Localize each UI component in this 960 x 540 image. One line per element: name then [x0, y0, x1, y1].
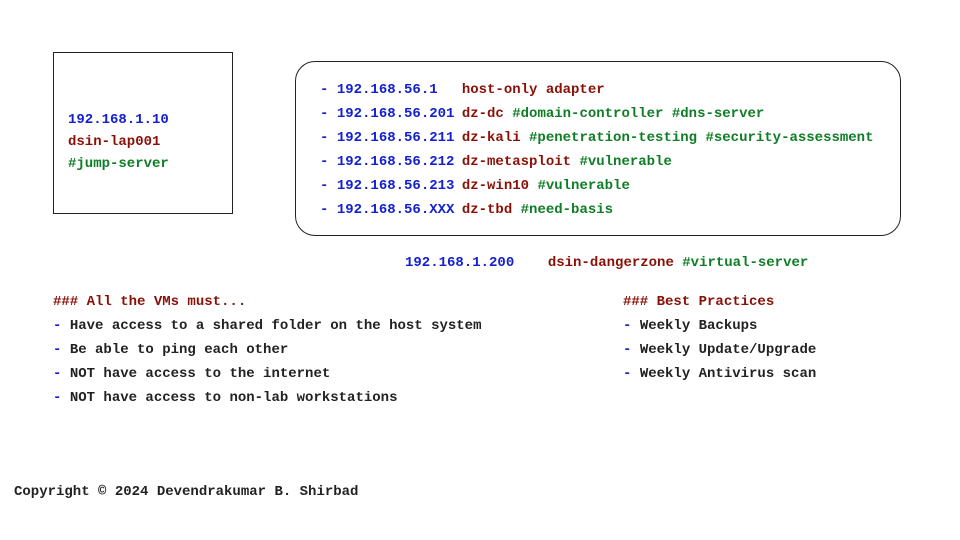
vm-row: - 192.168.56.201dz-dc #domain-controller… [320, 102, 882, 126]
bullet: - [53, 366, 70, 382]
vm-ip: 192.168.56.212 [337, 150, 462, 174]
vm-hostname: dz-dc [462, 106, 504, 122]
vm-row: - 192.168.56.211dz-kali #penetration-tes… [320, 126, 882, 150]
practices-text: Weekly Update/Upgrade [640, 342, 816, 358]
bullet: - [623, 366, 640, 382]
vm-rules: ### All the VMs must... - Have access to… [53, 290, 481, 410]
vm-hostname: dz-metasploit [462, 154, 571, 170]
vm-tags: #need-basis [521, 202, 613, 218]
bullet: - [320, 202, 337, 218]
bullet: - [53, 342, 70, 358]
rules-text: NOT have access to non-lab workstations [70, 390, 398, 406]
vm-hostname: host-only adapter [462, 82, 605, 98]
vm-tags: #penetration-testing #security-assessmen… [529, 130, 873, 146]
vm-row: - 192.168.56.213dz-win10 #vulnerable [320, 174, 882, 198]
vm-ip: 192.168.56.XXX [337, 198, 462, 222]
vm-row: - 192.168.56.212dz-metasploit #vulnerabl… [320, 150, 882, 174]
host-hostname: dsin-dangerzone [548, 255, 674, 271]
practices-item: - Weekly Backups [623, 314, 816, 338]
vm-ip: 192.168.56.1 [337, 78, 462, 102]
rules-item: - Be able to ping each other [53, 338, 481, 362]
vm-hostname: dz-kali [462, 130, 521, 146]
bullet: - [320, 130, 337, 146]
bullet: - [623, 342, 640, 358]
copyright-notice: Copyright © 2024 Devendrakumar B. Shirba… [14, 484, 358, 500]
rules-heading: ### All the VMs must... [53, 290, 481, 314]
rules-text: Be able to ping each other [70, 342, 288, 358]
practices-item: - Weekly Update/Upgrade [623, 338, 816, 362]
bullet: - [320, 82, 337, 98]
jump-hostname: dsin-lap001 [68, 131, 220, 153]
rules-item: - NOT have access to non-lab workstation… [53, 386, 481, 410]
vm-tags: #domain-controller #dns-server [512, 106, 764, 122]
vm-hostname: dz-win10 [462, 178, 529, 194]
best-practices: ### Best Practices - Weekly Backups - We… [623, 290, 816, 386]
bullet: - [623, 318, 640, 334]
practices-heading: ### Best Practices [623, 290, 816, 314]
vm-row: - 192.168.56.XXXdz-tbd #need-basis [320, 198, 882, 222]
vm-tags: #vulnerable [537, 178, 629, 194]
host-label: 192.168.1.200 dsin-dangerzone #virtual-s… [405, 255, 808, 271]
bullet: - [320, 154, 337, 170]
diagram-root: 192.168.1.10 dsin-lap001 #jump-server - … [0, 0, 960, 540]
host-tag: #virtual-server [682, 255, 808, 271]
vm-hostname: dz-tbd [462, 202, 512, 218]
bullet: - [53, 390, 70, 406]
vm-list-box: - 192.168.56.1host-only adapter - 192.16… [295, 61, 901, 236]
rules-item: - NOT have access to the internet [53, 362, 481, 386]
rules-text: NOT have access to the internet [70, 366, 330, 382]
vm-ip: 192.168.56.201 [337, 102, 462, 126]
bullet: - [320, 178, 337, 194]
practices-text: Weekly Backups [640, 318, 758, 334]
bullet: - [320, 106, 337, 122]
jump-ip: 192.168.1.10 [68, 109, 220, 131]
vm-ip: 192.168.56.211 [337, 126, 462, 150]
jump-tag: #jump-server [68, 153, 220, 175]
jump-server-box: 192.168.1.10 dsin-lap001 #jump-server [53, 52, 233, 214]
vm-tags: #vulnerable [579, 154, 671, 170]
host-ip: 192.168.1.200 [405, 255, 514, 271]
vm-ip: 192.168.56.213 [337, 174, 462, 198]
practices-item: - Weekly Antivirus scan [623, 362, 816, 386]
practices-text: Weekly Antivirus scan [640, 366, 816, 382]
rules-text: Have access to a shared folder on the ho… [70, 318, 482, 334]
bullet: - [53, 318, 70, 334]
vm-row: - 192.168.56.1host-only adapter [320, 78, 882, 102]
rules-item: - Have access to a shared folder on the … [53, 314, 481, 338]
